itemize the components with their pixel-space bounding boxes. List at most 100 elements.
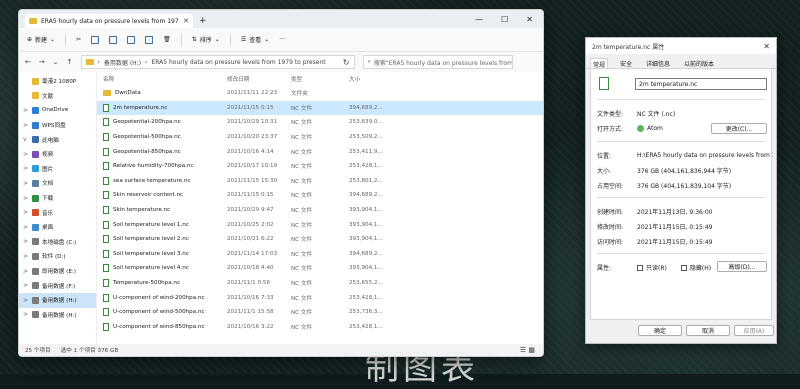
refresh-icon[interactable]: ↻	[343, 58, 350, 67]
file-row[interactable]: U-component of wind-500hpa.nc 2021/11/1 1…	[97, 305, 543, 320]
breadcrumb-drive[interactable]: 备用数据 (H:)	[104, 58, 141, 67]
breadcrumb-folder[interactable]: ERA5 hourly data on pressure levels from…	[151, 59, 325, 66]
tab-details[interactable]: 详细信息	[644, 58, 672, 68]
chevron-icon[interactable]: >	[23, 195, 29, 202]
column-date[interactable]: 修改日期	[227, 75, 291, 83]
column-name[interactable]: 名称	[103, 75, 227, 83]
sidebar-item[interactable]: > 文档	[19, 176, 96, 191]
back-arrow-icon[interactable]: ←	[25, 58, 31, 66]
minimize-icon[interactable]: —	[475, 15, 483, 24]
paste-icon	[109, 35, 118, 44]
file-row[interactable]: sea surface temperature.nc 2021/11/15 15:…	[97, 174, 543, 189]
file-row[interactable]: Soil temperature level 2.nc 2021/10/21 6:…	[97, 232, 543, 247]
chevron-icon[interactable]: >	[23, 165, 29, 172]
sort-button[interactable]: ⇅ 排序 ⌄	[192, 35, 220, 44]
filename-field[interactable]: 2m temperature.nc	[635, 78, 767, 90]
tab-general[interactable]: 常规	[590, 58, 609, 69]
sidebar-item[interactable]: > WPS同盘	[19, 118, 96, 133]
chevron-icon[interactable]: >	[23, 224, 29, 231]
chevron-icon[interactable]: >	[23, 209, 29, 216]
sidebar-item[interactable]: > 即用数据 (E:)	[19, 264, 96, 279]
delete-button[interactable]: 🗑	[163, 36, 171, 43]
sidebar-item[interactable]: > 备用数据 (H:)	[19, 292, 96, 308]
search-placeholder: 搜索"ERA5 hourly data on pressure levels f…	[373, 59, 513, 67]
cut-button[interactable]: ✂	[76, 36, 81, 43]
chevron-icon[interactable]: >	[23, 282, 29, 289]
sidebar-item[interactable]: 毫港2 1080P	[19, 74, 96, 89]
sidebar-item[interactable]: > 音乐	[19, 205, 96, 220]
chevron-icon[interactable]: >	[23, 268, 29, 275]
sidebar-item[interactable]: v 此电脑	[19, 132, 96, 147]
sidebar-item[interactable]: > 下载	[19, 191, 96, 206]
new-button[interactable]: ⊕ 新建 ⌄	[27, 35, 55, 44]
file-row[interactable]: Soil temperature level 3.nc 2021/11/14 17…	[97, 247, 543, 262]
more-button[interactable]: ···	[279, 36, 285, 43]
close-window-icon[interactable]: ✕	[526, 15, 533, 24]
file-row[interactable]: Geopotential-850hpa.nc 2021/10/16 4:14 NC …	[97, 144, 543, 159]
close-tab-icon[interactable]: ✕	[183, 17, 189, 25]
chevron-icon[interactable]: >	[23, 253, 29, 260]
rename-button[interactable]	[127, 35, 136, 44]
ok-button[interactable]: 确定	[638, 325, 682, 336]
chevron-icon[interactable]: >	[23, 151, 29, 158]
advanced-button[interactable]: 高级(D)...	[717, 261, 767, 272]
file-icon	[103, 322, 109, 331]
readonly-checkbox[interactable]	[637, 264, 643, 271]
column-type[interactable]: 类型	[291, 75, 349, 83]
apply-button[interactable]: 应用(A)	[734, 325, 774, 336]
file-row[interactable]: 2m temperature.nc 2021/11/15 0:15 NC 文件 394…	[97, 100, 543, 116]
change-button[interactable]: 更改(C)...	[711, 123, 767, 134]
sidebar-item[interactable]: > 软件 (D:)	[19, 249, 96, 264]
sidebar-item[interactable]: > 备用数据 (H:)	[19, 308, 96, 323]
cancel-button[interactable]: 取消	[686, 325, 730, 336]
chevron-icon[interactable]: v	[23, 136, 29, 143]
sidebar-item[interactable]: > OneDrive	[19, 103, 96, 118]
view-button[interactable]: ☰ 查看 ⌄	[241, 35, 269, 44]
file-row[interactable]: Geopotential-500hpa.nc 2021/10/20 23:37 NC…	[97, 130, 543, 145]
sidebar-item[interactable]: 文献	[19, 89, 96, 104]
column-size[interactable]: 大小	[349, 75, 389, 83]
address-bar[interactable]: › 备用数据 (H:) › ERA5 hourly data on pressu…	[80, 55, 355, 69]
chevron-icon[interactable]: >	[23, 107, 29, 114]
explorer-tab[interactable]: ERA5 hourly data on pressure levels from…	[25, 14, 193, 28]
tab-security[interactable]: 安全	[618, 58, 634, 68]
paste-button[interactable]	[109, 35, 118, 44]
sidebar-item[interactable]: > 本地磁盘 (C:)	[19, 235, 96, 250]
file-row[interactable]: DwnData 2021/11/11 22:23 文件夹	[97, 86, 543, 101]
chevron-icon[interactable]: >	[23, 180, 29, 187]
share-button[interactable]	[145, 35, 154, 44]
sidebar-item[interactable]: > 桌面	[19, 220, 96, 235]
file-name-cell: 2m temperature.nc	[103, 103, 227, 112]
chevron-icon[interactable]: >	[23, 311, 29, 318]
forward-arrow-icon[interactable]: →	[39, 58, 45, 66]
sidebar-item[interactable]: > 图片	[19, 162, 96, 177]
copy-button[interactable]	[91, 35, 100, 44]
up-arrow-icon[interactable]: ↑	[67, 58, 73, 66]
file-row[interactable]: U-component of wind-850hpa.nc 2021/10/16 …	[97, 320, 543, 335]
file-row[interactable]: Skin temperature.nc 2021/10/29 9:47 NC 文件 3…	[97, 203, 543, 218]
file-row[interactable]: Relative humidity-700hpa.nc 2021/10/17 10…	[97, 159, 543, 174]
maximize-icon[interactable]: ☐	[501, 15, 508, 24]
file-size: 394,689,2...	[349, 104, 383, 111]
chevron-icon[interactable]: >	[23, 238, 29, 245]
search-input[interactable]: ⌕ 搜索"ERA5 hourly data on pressure levels…	[362, 55, 513, 69]
file-name-cell: Skin temperature.nc	[103, 206, 227, 215]
file-name: sea surface temperature.nc	[113, 177, 191, 184]
chevron-icon[interactable]: >	[23, 297, 29, 304]
chevron-icon[interactable]: >	[23, 122, 29, 129]
details-view-icon[interactable]: ☰ ▦	[520, 346, 543, 354]
file-row[interactable]: Geopotential-200hpa.nc 2021/10/29 10:31 NC…	[97, 115, 543, 130]
recent-chevron-icon[interactable]: ⌄	[53, 58, 59, 66]
tab-previous-versions[interactable]: 以前的版本	[682, 58, 716, 68]
close-icon[interactable]: ✕	[763, 42, 776, 51]
sidebar-item[interactable]: > 视频	[19, 147, 96, 162]
file-row[interactable]: Soil temperature level 1.nc 2021/10/25 2:…	[97, 217, 543, 232]
file-row[interactable]: Temperature-500hpa.nc 2021/11/1 0:56 NC 文件…	[97, 276, 543, 291]
hidden-checkbox[interactable]	[680, 264, 687, 271]
file-row[interactable]: Soil temperature level 4.nc 2021/10/18 4:…	[97, 261, 543, 276]
file-row[interactable]: U-component of wind-200hpa.nc 2021/10/16 …	[97, 290, 543, 305]
location-icon	[32, 106, 39, 114]
new-tab-icon[interactable]: +	[199, 16, 207, 26]
sidebar-item[interactable]: > 备用数据 (F:)	[19, 278, 96, 293]
file-row[interactable]: Skin reservoir content.nc 2021/11/15 0:15…	[97, 188, 543, 203]
